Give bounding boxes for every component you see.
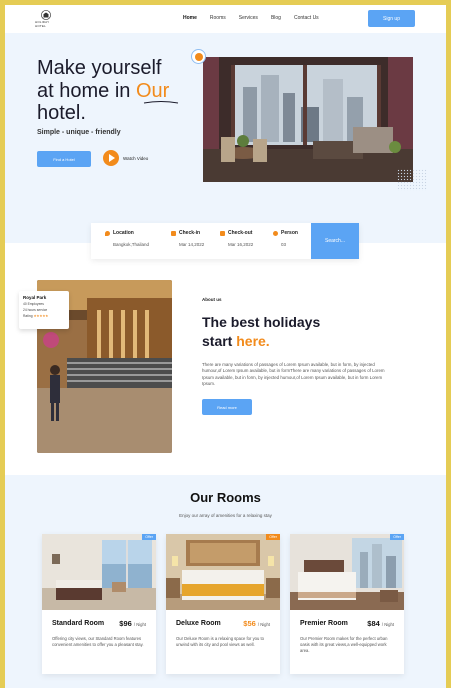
room-description: Our Premier Room makes for the perfect u… — [300, 636, 388, 654]
location-pin-icon — [105, 230, 110, 236]
offer-badge: Offer — [142, 534, 156, 540]
hero-hotel-room-image — [203, 57, 413, 182]
checkin-label: Check-in — [179, 230, 201, 236]
decorative-dot-grid — [397, 169, 427, 191]
room-card-deluxe[interactable]: Offer Deluxe Room $56 / Night Our Deluxe… — [166, 534, 280, 674]
standard-room-image — [42, 534, 156, 610]
find-hotel-button[interactable]: Find a Hotel — [37, 151, 91, 167]
person-label: Person — [281, 230, 298, 236]
room-name: Deluxe Room — [176, 620, 221, 627]
booking-checkout[interactable]: Check-out Mar 16,2022 — [220, 230, 253, 247]
rooms-subtitle: Enjoy our array of amenities for a relax… — [179, 513, 272, 518]
star-icon: ★★★★★ — [33, 314, 49, 318]
hero-title-line1: Make yourself — [37, 57, 162, 79]
hero-title-line2-text: at home in — [37, 79, 136, 102]
nav-link-blog[interactable]: Blog — [271, 15, 281, 21]
room-description: Offering city views, our Standard Room f… — [52, 636, 144, 648]
nav-link-services[interactable]: Services — [239, 15, 258, 21]
offer-badge: Offer — [266, 534, 280, 540]
room-price: $84 / Night — [367, 619, 394, 628]
price-unit: / Night — [257, 622, 270, 627]
room-card-standard[interactable]: Offer Standard Room $96 / Night Offering… — [42, 534, 156, 674]
room-name: Premier Room — [300, 620, 348, 627]
watch-video-label[interactable]: Watch Video — [123, 156, 148, 161]
service-hours: 24 hours service — [23, 308, 48, 312]
checkout-label: Check-out — [228, 230, 253, 236]
favorite-badge-icon[interactable] — [191, 49, 206, 64]
room-description: Our Deluxe Room is a relaxing space for … — [176, 636, 264, 648]
room-name: Standard Room — [52, 620, 105, 627]
about-title: The best holidays start here. — [202, 313, 320, 351]
hero-title: Make yourself at home in Our hotel. — [37, 57, 197, 125]
price-value: $84 — [367, 619, 380, 628]
price-value: $56 — [243, 619, 256, 628]
main-menu: Home Rooms Services Blog Contact Us — [183, 15, 332, 21]
deluxe-room-image — [166, 534, 280, 610]
room-price: $96 / Night — [119, 619, 146, 628]
nav-link-home[interactable]: Home — [183, 15, 197, 21]
room-price: $56 / Night — [243, 619, 270, 628]
person-value: 03 — [281, 242, 287, 247]
rating-row: Rating ★★★★★ — [23, 314, 65, 318]
calendar-icon — [171, 230, 176, 236]
hotel-info-card: Royal Park 40 Employees 24 hours service… — [19, 291, 69, 329]
logo-text: HOLIDAY HOTEL — [35, 20, 50, 28]
booking-location[interactable]: Location Bangkok,Thailand — [105, 230, 149, 247]
location-label: Location — [113, 230, 134, 236]
about-title-line1: The best holidays — [202, 314, 321, 330]
signup-button[interactable]: Sign up — [368, 10, 415, 27]
hero-title-line2: at home in Our — [37, 80, 197, 103]
hotel-logo[interactable]: HOLIDAY HOTEL — [35, 10, 57, 28]
about-paragraph: There are many variations of passages of… — [202, 362, 385, 386]
hero-title-highlight: Our — [135, 79, 170, 102]
premier-room-image — [290, 534, 404, 610]
highlight-underline-icon — [143, 101, 179, 104]
booking-person[interactable]: Person 03 — [273, 230, 298, 247]
landing-page: HOLIDAY HOTEL Home Rooms Services Blog C… — [5, 5, 446, 688]
price-unit: / Night — [381, 622, 394, 627]
top-navbar: HOLIDAY HOTEL Home Rooms Services Blog C… — [5, 5, 446, 33]
read-more-button[interactable]: Read more — [202, 399, 252, 415]
price-unit: / Night — [133, 622, 146, 627]
rating-label: Rating — [23, 314, 33, 318]
price-value: $96 — [119, 619, 132, 628]
about-kicker: About us — [202, 297, 222, 302]
hotel-logo-icon — [41, 10, 51, 20]
nav-link-rooms[interactable]: Rooms — [210, 15, 226, 21]
location-value: Bangkok,Thailand — [113, 242, 150, 247]
checkout-value: Mar 16,2022 — [228, 242, 254, 247]
search-button[interactable]: Search... — [311, 223, 359, 259]
room-card-premier[interactable]: Offer Premier Room $84 / Night Our Premi… — [290, 534, 404, 674]
about-title-line2: start here. — [202, 332, 320, 351]
about-title-line2-text: start — [202, 333, 237, 349]
about-title-highlight: here. — [236, 333, 270, 349]
employees-count: 40 Employees — [23, 302, 44, 306]
hero-tagline: Simple - unique - friendly — [37, 129, 121, 136]
rooms-title: Our Rooms — [190, 490, 261, 505]
offer-badge: Offer — [390, 534, 404, 540]
hero-title-line3: hotel. — [37, 102, 86, 124]
nav-link-contact[interactable]: Contact Us — [294, 15, 319, 21]
booking-checkin[interactable]: Check-in Mar 14,2022 — [171, 230, 204, 247]
play-video-icon[interactable] — [103, 150, 119, 166]
checkin-value: Mar 14,2022 — [179, 242, 205, 247]
hotel-name: Royal Park — [23, 295, 47, 300]
person-icon — [273, 230, 278, 236]
calendar-icon — [220, 230, 225, 236]
